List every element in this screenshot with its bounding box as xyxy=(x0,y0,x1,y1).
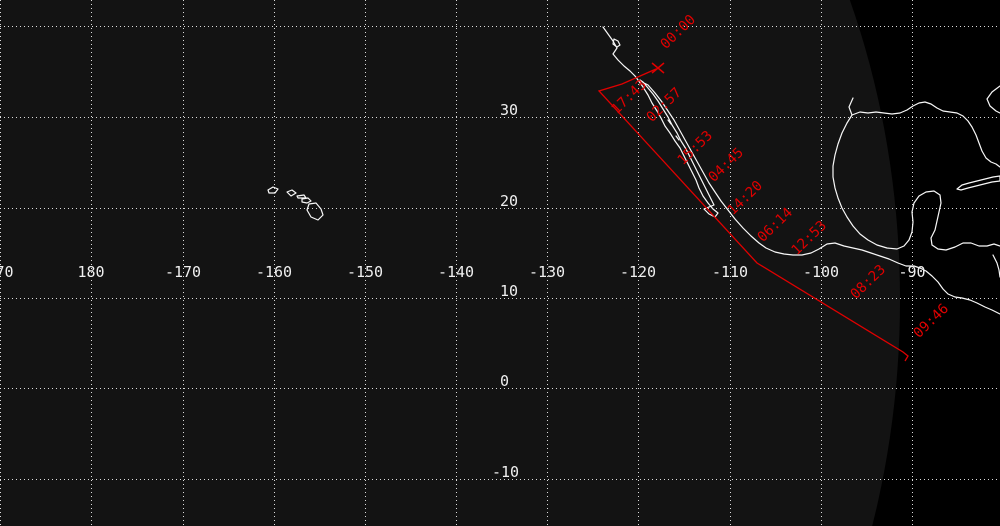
latitude-tick-label: 10 xyxy=(500,282,518,300)
latitude-tick-label: -10 xyxy=(492,463,519,481)
longitude-tick-label: -130 xyxy=(529,263,565,281)
longitude-tick-label: 180 xyxy=(77,263,104,281)
coastline-nicaragua-caribbean-fragment xyxy=(993,255,1000,277)
longitude-tick-label: -170 xyxy=(165,263,201,281)
latitude-tick-label: 0 xyxy=(500,372,509,390)
track-time-label: 09:46 xyxy=(911,301,952,342)
latitude-tick-label: 30 xyxy=(500,101,518,119)
longitude-tick-label: -100 xyxy=(803,263,839,281)
longitude-tick-label: -150 xyxy=(347,263,383,281)
latitude-tick-label: 20 xyxy=(500,192,518,210)
longitude-tick-label: -120 xyxy=(620,263,656,281)
longitude-tick-label: -140 xyxy=(438,263,474,281)
longitude-tick-label: -90 xyxy=(898,263,925,281)
coastline-florida-bend-fragment xyxy=(987,86,1000,113)
map-canvas: 170180-170-160-150-140-130-120-110-100-9… xyxy=(0,0,1000,526)
longitude-tick-label: -110 xyxy=(712,263,748,281)
coastline-cuba xyxy=(957,176,1000,190)
longitude-tick-label: 170 xyxy=(0,263,14,281)
longitude-tick-label: -160 xyxy=(256,263,292,281)
